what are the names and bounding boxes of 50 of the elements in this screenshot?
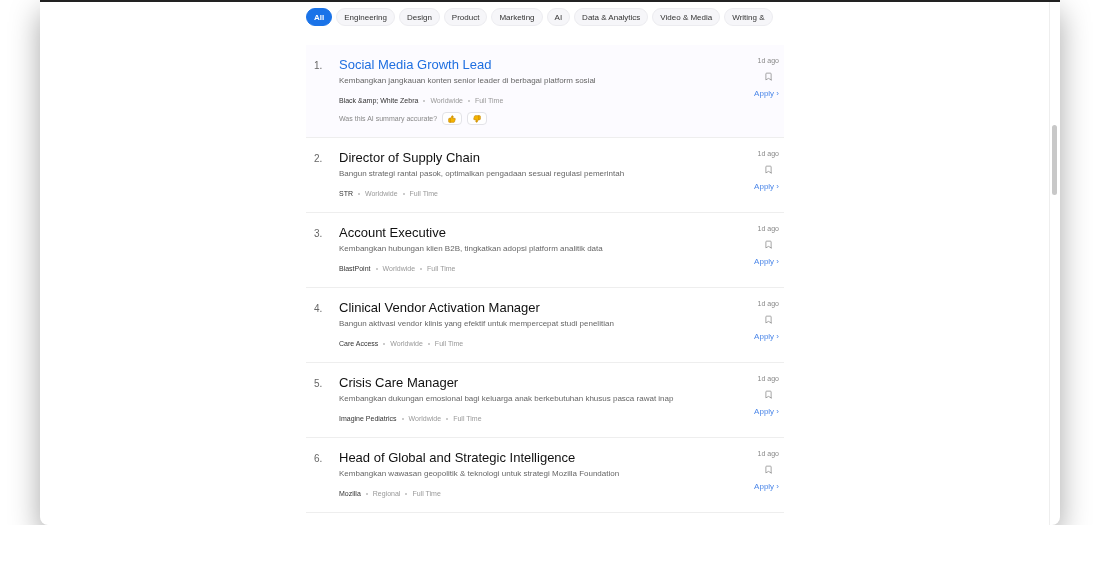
bookmark-icon	[764, 315, 773, 324]
category-chip[interactable]: Engineering	[336, 8, 395, 26]
bookmark-icon	[764, 72, 773, 81]
bookmark-button[interactable]	[764, 165, 773, 174]
category-chip[interactable]: Writing &	[724, 8, 773, 26]
bookmark-icon	[764, 390, 773, 399]
apply-link[interactable]: Apply ›	[754, 482, 779, 491]
category-chip[interactable]: Product	[443, 8, 488, 26]
category-chip[interactable]: Video & Media	[652, 8, 721, 26]
job-title[interactable]: Crisis Care Manager	[339, 375, 719, 391]
job-title[interactable]: Director of Supply Chain	[339, 150, 719, 166]
category-chip[interactable]: All	[306, 8, 333, 26]
job-number: 6.	[314, 452, 324, 466]
job-number: 1.	[314, 59, 324, 73]
bookmark-button[interactable]	[764, 240, 773, 249]
job-number: 3.	[314, 227, 324, 241]
bookmark-button[interactable]	[764, 465, 773, 474]
job-number: 2.	[314, 152, 324, 166]
apply-link[interactable]: Apply ›	[754, 407, 779, 416]
job-number: 5.	[314, 377, 324, 391]
job-title[interactable]: Clinical Vendor Activation Manager	[339, 300, 719, 316]
thumbs-down-button[interactable]	[467, 112, 488, 125]
job-summary: Kembangkan wawasan geopolitik & teknologi untuk strategi Mozilla Foundation	[339, 469, 621, 478]
bookmark-icon	[764, 240, 773, 249]
category-chip[interactable]: AI	[546, 8, 571, 26]
bookmark-icon	[764, 465, 773, 474]
scrollbar-thumb[interactable]	[1052, 125, 1057, 195]
thumbs-down-icon	[473, 114, 482, 123]
job-summary: Kembangkan hubungan klien B2B, tingkatkan adopsi platform analitik data	[339, 244, 604, 253]
job-number: 4.	[314, 302, 324, 316]
thumbs-up-button[interactable]	[442, 112, 463, 125]
job-summary: Kembangkan dukungan emosional bagi keluarga anak berkebutuhan khusus pasca rawat inap	[339, 394, 675, 403]
bookmark-button[interactable]	[764, 315, 773, 324]
bookmark-button[interactable]	[764, 390, 773, 399]
apply-link[interactable]: Apply ›	[754, 182, 779, 191]
category-chip[interactable]: Marketing	[491, 8, 543, 26]
apply-link[interactable]: Apply ›	[754, 257, 779, 266]
bookmark-icon	[764, 165, 773, 174]
category-chip[interactable]: Design	[398, 8, 440, 26]
job-title[interactable]: Social Media Growth Lead	[339, 57, 719, 73]
job-summary: Kembangkan jangkauan konten senior leader di berbagai platform sosial	[339, 76, 597, 85]
job-summary: Bangun strategi rantai pasok, optimalkan pengadaan sesuai regulasi pemerintah	[339, 169, 626, 178]
apply-link[interactable]: Apply ›	[754, 332, 779, 341]
bookmark-button[interactable]	[764, 72, 773, 81]
category-chip[interactable]: Data & Analytics	[574, 8, 649, 26]
job-title[interactable]: Head of Global and Strategic Intelligence	[339, 450, 719, 466]
job-title[interactable]: Account Executive	[339, 225, 719, 241]
job-summary: Bangun aktivasi vendor klinis yang efektif untuk mempercepat studi penelitian	[339, 319, 615, 328]
thumbs-up-icon	[448, 114, 457, 123]
apply-link[interactable]: Apply ›	[754, 89, 779, 98]
